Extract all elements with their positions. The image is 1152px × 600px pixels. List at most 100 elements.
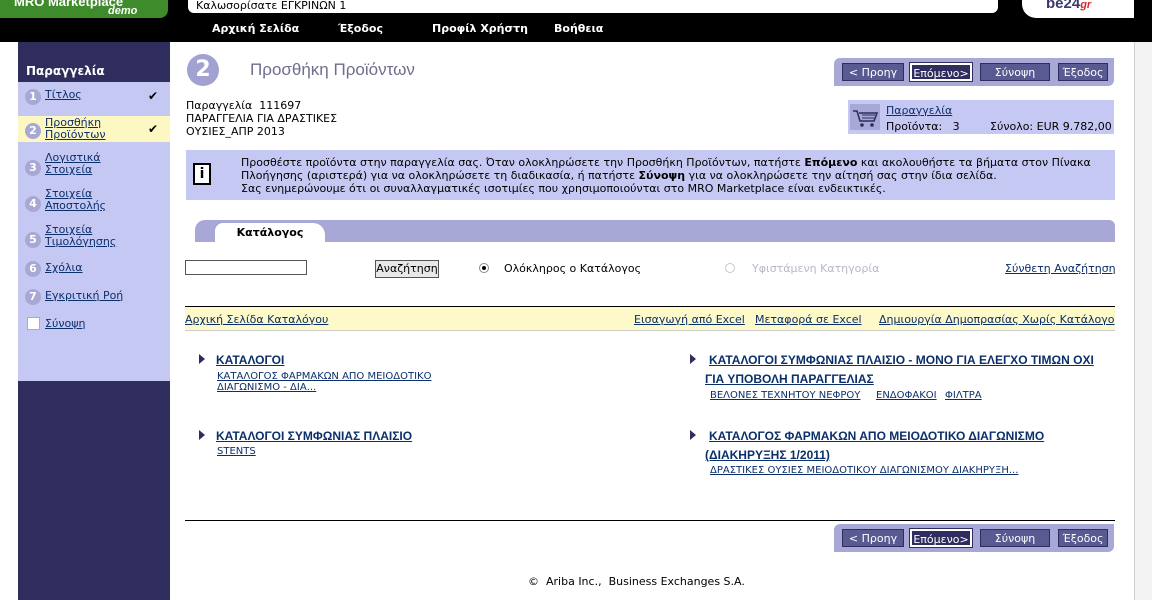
step-number-badge: 7: [25, 289, 41, 305]
welcome-message: Καλωσορίσατε ΕΓΚΡΙΝΩΝ 1: [188, 0, 998, 13]
catalog-subcategory[interactable]: ΚΑΤΑΛΟΓΟΣ ΦΑΡΜΑΚΩΝ ΑΠΟ ΜΕΙΟΔΟΤΙΚΟ ΔΙΑΓΩΝ…: [217, 371, 477, 393]
step-label[interactable]: Σχόλια: [45, 262, 145, 274]
arrow-icon: [690, 354, 696, 364]
cart-products-count: Προϊόντα: 3: [886, 120, 960, 133]
arrow-icon: [690, 430, 696, 440]
steps-title: Παραγγελία: [18, 60, 170, 82]
be24-logo: be24gr: [1022, 0, 1134, 18]
prev-button[interactable]: < Προηγ: [842, 63, 904, 81]
tab-catalog[interactable]: Κατάλογος: [215, 223, 325, 244]
catalog-home-link[interactable]: Αρχική Σελίδα Καταλόγου: [185, 313, 328, 326]
tab-bar: [195, 220, 1115, 242]
catalog-title[interactable]: ΚΑΤΑΛΟΓΟΣ ΦΑΡΜΑΚΩΝ ΑΠΟ ΜΕΙΟΔΟΤΙΚΟ ΔΙΑΓΩΝ…: [705, 427, 1115, 465]
advanced-search-link[interactable]: Σύνθετη Αναζήτηση: [1005, 262, 1116, 275]
catalog-links-bar: Αρχική Σελίδα Καταλόγου Εισαγωγή από Exc…: [185, 306, 1115, 331]
info-bold-summary: Σύνοψη: [638, 169, 686, 182]
sidebar-step-summary[interactable]: Σύνοψη: [18, 311, 170, 337]
nav-help[interactable]: Βοήθεια: [554, 22, 603, 35]
catalog-subcategory[interactable]: ΒΕΛΟΝΕΣ ΤΕΧΝΗΤΟΥ ΝΕΦΡΟΥ: [710, 390, 860, 401]
import-excel-link[interactable]: Εισαγωγή από Excel: [634, 313, 745, 326]
cart-icon[interactable]: [850, 104, 880, 130]
cart-total: Σύνολο: EUR 9.782,00: [990, 120, 1112, 133]
logo-subtitle: demo: [108, 5, 138, 17]
catalog-title[interactable]: ΚΑΤΑΛΟΓΟΙ: [216, 351, 284, 370]
radio-current-category-label: Υφιστάμενη Κατηγορία: [752, 262, 880, 275]
nav-profile[interactable]: Προφίλ Χρήστη: [432, 22, 528, 35]
nav-exit[interactable]: Έξοδος: [338, 22, 383, 35]
brand-text: be24gr: [1046, 0, 1091, 12]
step-label[interactable]: Εγκριτική Ροή: [45, 290, 145, 302]
step-label[interactable]: Στοιχεία Τιμολόγησης: [45, 224, 145, 248]
sidebar-step-accounting[interactable]: 3 Λογιστικά Στοιχεία: [18, 152, 170, 178]
info-bold-next: Επόμενο: [804, 156, 858, 169]
info-text-a: Προσθέστε προϊόντα στην παραγγελία σας. …: [241, 156, 805, 169]
prev-button[interactable]: < Προηγ: [842, 529, 904, 547]
step-label[interactable]: Τίτλος: [45, 89, 145, 101]
step-number-badge: 3: [25, 160, 41, 176]
catalog-subcategory[interactable]: ΔΡΑΣΤΙΚΕΣ ΟΥΣΙΕΣ ΜΕΙΟΔΟΤΙΚΟΥ ΔΙΑΓΩΝΙΣΜΟΥ…: [710, 465, 1018, 476]
order-info: Παραγγελία 111697 ΠΑΡΑΓΓΕΛΙΑ ΓΙΑ ΔΡΑΣΤΙΚ…: [186, 99, 337, 138]
order-number: Παραγγελία 111697: [186, 99, 302, 112]
step-number-badge: 4: [25, 196, 41, 212]
search-button[interactable]: Αναζήτηση: [375, 260, 439, 278]
info-text-d: Σας ενημερώνουμε ότι οι συναλλαγματικές …: [241, 182, 886, 195]
catalog-subcategory[interactable]: ΕΝΔΟΦΑΚΟΙ: [876, 390, 937, 401]
sidebar-step-title[interactable]: 1 Τίτλος ✔: [18, 83, 170, 109]
info-box: i Προσθέστε προϊόντα στην παραγγελία σας…: [186, 150, 1115, 200]
step-number-circle: 2: [187, 54, 219, 86]
summary-button[interactable]: Σύνοψη: [980, 63, 1050, 81]
radio-whole-catalog-label: Ολόκληρος ο Κατάλογος: [504, 262, 642, 275]
exit-button[interactable]: Έξοδος: [1058, 529, 1108, 547]
step-number-badge: 6: [25, 261, 41, 277]
exit-button[interactable]: Έξοδος: [1058, 63, 1108, 81]
info-text-c: για να ολοκληρώσετε την αίτησή σας στην …: [685, 169, 997, 182]
top-toolbar: < Προηγ Επόμενο> Σύνοψη Έξοδος: [834, 58, 1114, 86]
radio-current-category[interactable]: [725, 263, 735, 273]
sidebar-step-shipping[interactable]: 4 Στοιχεία Αποστολής: [18, 188, 170, 214]
brand-suffix: gr: [1080, 0, 1092, 11]
catalog-subcategory[interactable]: STENTS: [217, 446, 256, 457]
info-text: Προσθέστε προϊόντα στην παραγγελία σας. …: [241, 156, 1101, 195]
bottom-toolbar: < Προηγ Επόμενο> Σύνοψη Έξοδος: [834, 524, 1114, 552]
nav-home[interactable]: Αρχική Σελίδα: [212, 22, 299, 35]
catalog-title[interactable]: ΚΑΤΑΛΟΓΟΙ ΣΥΜΦΩΝΙΑΣ ΠΛΑΙΣΙΟ - ΜΟΝΟ ΓΙΑ Ε…: [705, 351, 1115, 389]
create-auction-link[interactable]: Δημιουργία Δημοπρασίας Χωρίς Κατάλογο: [879, 313, 1114, 326]
info-icon: i: [193, 163, 211, 185]
sidebar-step-comments[interactable]: 6 Σχόλια: [18, 255, 170, 281]
divider: [185, 520, 1115, 521]
sidebar-step-approval-flow[interactable]: 7 Εγκριτική Ροή: [18, 283, 170, 309]
export-excel-link[interactable]: Μεταφορά σε Excel: [755, 313, 862, 326]
next-button[interactable]: Επόμενο>: [909, 62, 973, 82]
checkmark-icon: ✔: [148, 122, 159, 136]
cart-title[interactable]: Παραγγελία: [886, 104, 952, 117]
order-name-cont: ΟΥΣΙΕΣ_ΑΠΡ 2013: [186, 125, 285, 138]
radio-whole-catalog[interactable]: [479, 263, 489, 273]
summary-box-icon: [27, 317, 40, 330]
summary-button[interactable]: Σύνοψη: [980, 529, 1050, 547]
cart-summary: Παραγγελία Προϊόντα: 3 Σύνολο: EUR 9.782…: [848, 100, 1114, 134]
top-bar: MRO Marketplace demo Καλωσορίσατε ΕΓΚΡΙΝ…: [0, 0, 1152, 42]
checkmark-icon: ✔: [148, 89, 159, 103]
catalog-subcategory[interactable]: ΦΙΛΤΡΑ: [945, 390, 982, 401]
step-number-badge: 5: [25, 232, 41, 248]
footer-copyright: © Ariba Inc., Business Exchanges S.A.: [528, 575, 745, 588]
step-number-badge: 2: [25, 123, 41, 139]
sidebar-step-billing[interactable]: 5 Στοιχεία Τιμολόγησης: [18, 224, 170, 250]
step-label[interactable]: Σύνοψη: [45, 318, 145, 330]
order-name: ΠΑΡΑΓΓΕΛΙΑ ΓΙΑ ΔΡΑΣΤΙΚΕΣ: [186, 112, 338, 125]
page-title: Προσθήκη Προϊόντων: [250, 60, 415, 79]
next-button[interactable]: Επόμενο>: [909, 528, 973, 548]
sidebar-step-add-products[interactable]: 2 Προσθήκη Προϊόντων ✔: [18, 116, 170, 142]
step-label[interactable]: Λογιστικά Στοιχεία: [45, 152, 145, 176]
step-number-badge: 1: [25, 89, 41, 105]
step-label[interactable]: Στοιχεία Αποστολής: [45, 188, 145, 212]
search-input[interactable]: [185, 260, 307, 275]
arrow-icon: [199, 430, 205, 440]
right-margin: [1134, 42, 1152, 600]
step-label[interactable]: Προσθήκη Προϊόντων: [45, 117, 145, 141]
mro-logo[interactable]: MRO Marketplace demo: [0, 0, 168, 18]
logo-title: MRO Marketplace: [14, 0, 124, 9]
brand-name: be24: [1046, 0, 1081, 12]
sidebar-strip: [0, 42, 18, 600]
catalog-title[interactable]: ΚΑΤΑΛΟΓΟΙ ΣΥΜΦΩΝΙΑΣ ΠΛΑΙΣΙΟ: [216, 427, 412, 446]
